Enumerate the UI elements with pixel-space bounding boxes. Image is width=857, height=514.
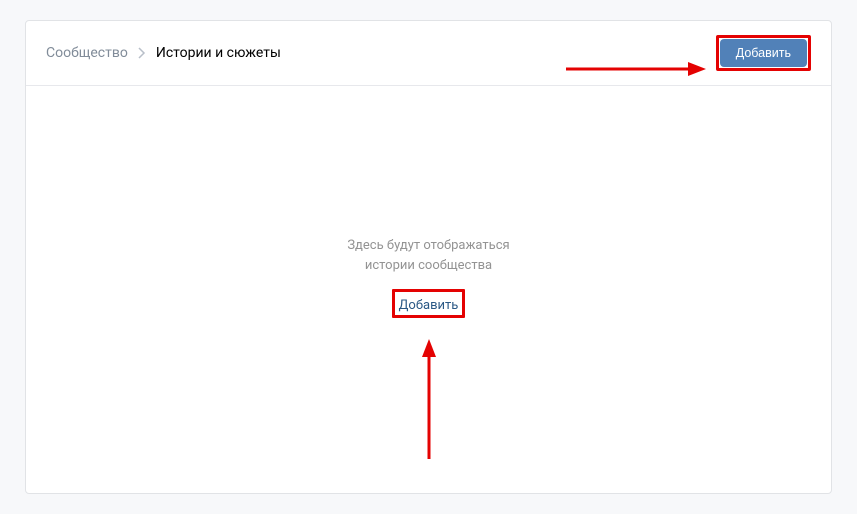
annotation-highlight: Добавить <box>392 289 466 318</box>
chevron-right-icon <box>138 47 146 59</box>
annotation-highlight: Добавить <box>716 35 811 71</box>
add-button[interactable]: Добавить <box>720 39 807 67</box>
main-panel: Сообщество Истории и сюжеты Добавить Зде… <box>25 20 832 494</box>
add-link[interactable]: Добавить <box>399 298 459 313</box>
breadcrumb: Сообщество Истории и сюжеты <box>46 45 281 61</box>
empty-line1: Здесь будут отображаться <box>347 236 509 256</box>
content-area: Здесь будут отображаться истории сообщес… <box>26 86 831 493</box>
empty-state-text: Здесь будут отображаться истории сообщес… <box>347 236 509 275</box>
header: Сообщество Истории и сюжеты Добавить <box>26 21 831 86</box>
empty-line2: истории сообщества <box>347 256 509 276</box>
breadcrumb-parent[interactable]: Сообщество <box>46 45 128 61</box>
breadcrumb-current: Истории и сюжеты <box>156 45 281 61</box>
